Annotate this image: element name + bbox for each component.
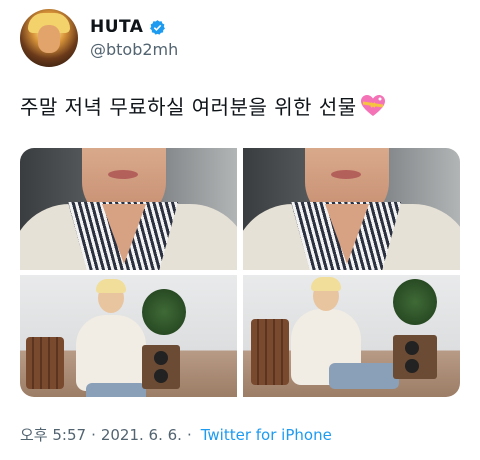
photo-4[interactable] [243,275,460,397]
photo-1[interactable] [20,148,237,270]
photo-lips [108,170,138,179]
photo-3[interactable] [20,275,237,397]
photo-speaker [393,335,437,379]
verified-badge-icon [150,19,166,35]
meta-separator: · [186,425,192,444]
display-name[interactable]: HUTA [90,17,143,37]
avatar-face [38,25,60,53]
photo-jeans [329,363,399,389]
photo-plant [142,289,186,335]
sparkling-heart-icon [360,94,385,116]
photo-bench [26,337,64,389]
photo-2[interactable] [243,148,460,270]
name-row: HUTA [90,17,178,37]
avatar[interactable] [20,9,78,67]
photo-hair [311,277,341,291]
tweet-meta: 오후 5:57 · 2021. 6. 6. · Twitter for iPho… [20,424,332,445]
user-info: HUTA @btob2mh [90,17,178,59]
tweet-header: HUTA @btob2mh [20,8,178,68]
photo-plant [393,279,437,325]
media-grid [20,148,460,397]
tweet-date[interactable]: 2021. 6. 6. [101,426,182,444]
tweet-source-link[interactable]: Twitter for iPhone [201,426,332,444]
photo-person [76,315,146,391]
tweet-time[interactable]: 오후 5:57 [20,424,86,445]
tweet-text: 주말 저녁 무료하실 여러분을 위한 선물 [20,91,386,120]
photo-speaker [142,345,180,389]
meta-separator: · [91,425,96,444]
photo-bench [251,319,289,385]
photo-jeans [86,383,146,397]
photo-lips [331,170,361,179]
user-handle[interactable]: @btob2mh [90,40,178,59]
tweet-body: 주말 저녁 무료하실 여러분을 위한 선물 [20,95,357,119]
photo-hair [96,279,126,293]
